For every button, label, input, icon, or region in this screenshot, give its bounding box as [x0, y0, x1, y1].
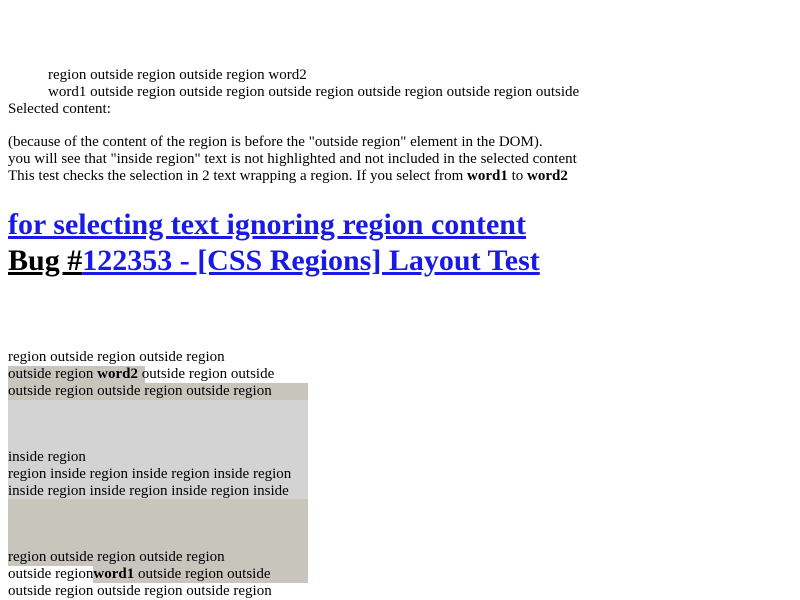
- upper-outside-line-1: region outside region outside region: [8, 349, 225, 365]
- upper-outside-text-a: outside region: [8, 366, 98, 382]
- page-title-line-1: for selecting text ignoring region conte…: [8, 207, 526, 243]
- upper-outside-line-2: outside region word2 outside region outs…: [8, 366, 274, 383]
- inside-region-line-3: inside region inside region inside regio…: [8, 483, 289, 499]
- lower-outside-line-2: outside region word1 outside region outs…: [0, 566, 271, 583]
- output-line-1: region outside region outside region wor…: [48, 67, 307, 83]
- inside-region-line-2: region inside region inside region insid…: [8, 466, 292, 482]
- word2-target[interactable]: word2: [97, 366, 138, 382]
- page-title-line-2: Bug #122353 - [CSS Regions] Layout Test: [8, 243, 540, 279]
- bug-link[interactable]: 122353 - [CSS Regions] Layout Test: [82, 244, 540, 277]
- description-to: to: [507, 168, 528, 184]
- bug-prefix: Bug #: [8, 244, 83, 277]
- bug-link-continued[interactable]: for selecting text ignoring region conte…: [8, 208, 526, 241]
- description-line-1: (because of the content of the region is…: [8, 134, 543, 150]
- description-text: This test checks the selection in 2 text…: [8, 168, 468, 184]
- description-line-3: This test checks the selection in 2 text…: [8, 168, 568, 185]
- lower-outside-line-3: outside region outside region outside re…: [8, 583, 272, 599]
- upper-outside-text-c: outside region outside: [138, 366, 275, 382]
- word1-target[interactable]: word1: [93, 566, 134, 582]
- word2-label: word2: [527, 168, 568, 184]
- lower-outside-text-c: outside region outside: [134, 566, 271, 582]
- output-line-2: word1 outside region outside region outs…: [48, 84, 580, 100]
- inside-region-line-1: inside region: [8, 449, 86, 465]
- upper-outside-line-3: outside region outside region outside re…: [8, 383, 272, 399]
- selected-content-label: Selected content:: [8, 101, 111, 117]
- page: region outside region outside region wor…: [0, 0, 800, 600]
- description-line-2: you will see that "inside region" text i…: [8, 151, 577, 167]
- lower-outside-line-1: region outside region outside region: [8, 549, 225, 565]
- lower-outside-text-a: outside region: [0, 566, 94, 583]
- word1-label: word1: [467, 168, 508, 184]
